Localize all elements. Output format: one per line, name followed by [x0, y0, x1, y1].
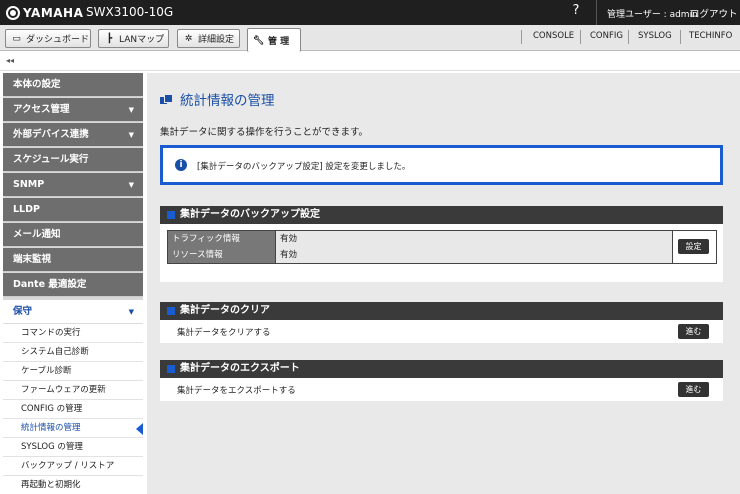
sidebar-item-device-settings[interactable]: 本体の設定 — [3, 73, 143, 97]
sidebar-item-label: 本体の設定 — [13, 79, 61, 90]
export-description: 集計データをエクスポートする — [177, 386, 296, 396]
clear-section-header: 集計データのクリア — [160, 302, 723, 320]
traffic-info-label: トラフィック情報 — [168, 231, 275, 247]
sidebar-item-label: Dante 最適設定 — [13, 279, 87, 290]
clear-proceed-button[interactable]: 進む — [678, 324, 709, 339]
link-divider — [680, 30, 681, 44]
dashboard-icon: ▭ — [12, 33, 21, 44]
table-row: リソース情報 有効 — [168, 247, 672, 263]
table-row: トラフィック情報 有効 — [168, 231, 672, 247]
gear-icon: ✲ — [184, 33, 193, 44]
sidebar-subitem-backup-restore[interactable]: バックアップ / リストア — [3, 457, 143, 476]
sidebar-subitem-statistics[interactable]: 統計情報の管理 — [3, 419, 143, 438]
export-proceed-button[interactable]: 進む — [678, 382, 709, 397]
sidebar-item-snmp[interactable]: SNMP ▼ — [3, 173, 143, 197]
sidebar-subitem-self-diagnosis[interactable]: システム自己診断 — [3, 343, 143, 362]
sidebar-item-dante[interactable]: Dante 最適設定 — [3, 273, 143, 297]
brand-name: YAMAHA — [23, 6, 84, 20]
page-description: 集計データに関する操作を行うことができます。 — [160, 127, 369, 138]
sidebar-subitem-syslog[interactable]: SYSLOG の管理 — [3, 438, 143, 457]
main-content: 統計情報の管理 集計データに関する操作を行うことができます。 i [集計データの… — [147, 73, 740, 494]
tab-lanmap[interactable]: ┣ LANマップ — [98, 29, 169, 48]
page-title-icon — [160, 94, 173, 104]
sidebar-item-terminal-monitor[interactable]: 端末監視 — [3, 248, 143, 272]
lanmap-icon: ┣ — [106, 33, 113, 44]
sidebar-item-label: メール通知 — [13, 229, 61, 240]
sidebar-subitem-command[interactable]: コマンドの実行 — [3, 324, 143, 343]
sidebar-item-label: スケジュール実行 — [13, 154, 89, 165]
link-divider — [521, 30, 522, 44]
link-divider — [580, 30, 581, 44]
backup-section-body: トラフィック情報 有効 リソース情報 有効 設定 — [160, 224, 723, 282]
sidebar-item-schedule[interactable]: スケジュール実行 — [3, 148, 143, 172]
sidebar-item-label: 外部デバイス連携 — [13, 129, 89, 140]
top-header: YAMAHA SWX3100-10G ? 管理ユーザー : admin ログアウ… — [0, 0, 740, 25]
yamaha-logo-icon — [6, 6, 20, 20]
help-button[interactable]: ? — [566, 3, 586, 18]
traffic-info-value: 有効 — [275, 231, 672, 247]
table-button-cell: 設定 — [672, 231, 716, 263]
clear-section-body: 集計データをクリアする 進む — [160, 320, 723, 343]
sidebar-item-lldp[interactable]: LLDP — [3, 198, 143, 222]
tab-management[interactable]: 🔧︎ 管 理 — [247, 28, 301, 52]
sidebar-item-mail-notification[interactable]: メール通知 — [3, 223, 143, 247]
sidebar-subitem-cable-diagnosis[interactable]: ケーブル診断 — [3, 362, 143, 381]
sidebar: 本体の設定 アクセス管理 ▼ 外部デバイス連携 ▼ スケジュール実行 SNMP … — [3, 73, 143, 494]
techinfo-link[interactable]: TECHINFO — [689, 31, 732, 41]
syslog-link[interactable]: SYSLOG — [638, 31, 672, 41]
chevron-down-icon: ▼ — [128, 131, 134, 139]
sidebar-item-label: 保守 — [13, 306, 33, 317]
tab-dashboard-label: ダッシュボード — [26, 35, 90, 45]
sidebar-item-label: SNMP — [13, 179, 45, 190]
tab-dashboard[interactable]: ▭ ダッシュボード — [5, 29, 91, 48]
backup-section-header: 集計データのバックアップ設定 — [160, 206, 723, 224]
export-section-header: 集計データのエクスポート — [160, 360, 723, 378]
notice-text: [集計データのバックアップ設定] 設定を変更しました。 — [197, 162, 411, 172]
sidebar-subitem-firmware-update[interactable]: ファームウェアの更新 — [3, 381, 143, 400]
export-section-body: 集計データをエクスポートする 進む — [160, 378, 723, 401]
config-link[interactable]: CONFIG — [590, 31, 623, 41]
logout-link[interactable]: ログアウト — [690, 6, 738, 20]
page-title: 統計情報の管理 — [160, 89, 275, 109]
info-icon: i — [175, 159, 187, 171]
sidebar-subitem-config[interactable]: CONFIG の管理 — [3, 400, 143, 419]
resource-info-value: 有効 — [275, 247, 672, 263]
sidebar-subitem-restart-init[interactable]: 再起動と初期化 — [3, 476, 143, 494]
chevron-down-icon: ▼ — [128, 181, 134, 189]
sidebar-toggle-row: ◂◂ — [0, 52, 740, 71]
clear-description: 集計データをクリアする — [177, 328, 271, 338]
sidebar-item-access-management[interactable]: アクセス管理 ▼ — [3, 98, 143, 122]
collapse-sidebar-icon[interactable]: ◂◂ — [6, 56, 14, 65]
sidebar-item-label: アクセス管理 — [13, 104, 70, 115]
notice-box: i [集計データのバックアップ設定] 設定を変更しました。 — [160, 145, 723, 185]
page-title-text: 統計情報の管理 — [180, 93, 275, 109]
yamaha-logo: YAMAHA — [6, 5, 83, 21]
sidebar-item-external-devices[interactable]: 外部デバイス連携 ▼ — [3, 123, 143, 147]
user-label: 管理ユーザー : admin — [607, 10, 698, 20]
chevron-down-icon: ▼ — [128, 106, 134, 114]
tab-advanced-settings-label: 詳細設定 — [198, 35, 235, 45]
backup-settings-button[interactable]: 設定 — [678, 239, 709, 254]
link-divider — [628, 30, 629, 44]
model-name: SWX3100-10G — [86, 5, 174, 19]
wrench-icon: 🔧︎ — [253, 35, 265, 46]
backup-settings-table: トラフィック情報 有効 リソース情報 有効 設定 — [167, 230, 717, 264]
tab-advanced-settings[interactable]: ✲ 詳細設定 — [177, 29, 240, 48]
sidebar-item-maintenance[interactable]: 保守 ▼ — [3, 300, 143, 324]
tab-lanmap-label: LANマップ — [119, 35, 165, 45]
sidebar-item-label: 端末監視 — [13, 254, 52, 265]
header-divider — [596, 0, 597, 25]
console-link[interactable]: CONSOLE — [533, 31, 574, 41]
resource-info-label: リソース情報 — [168, 247, 275, 263]
chevron-down-icon: ▼ — [128, 308, 134, 316]
main-tab-bar: ▭ ダッシュボード ┣ LANマップ ✲ 詳細設定 🔧︎ 管 理 CONSOLE… — [0, 25, 740, 52]
sidebar-item-label: LLDP — [13, 204, 40, 215]
tab-management-label: 管 理 — [268, 37, 290, 47]
